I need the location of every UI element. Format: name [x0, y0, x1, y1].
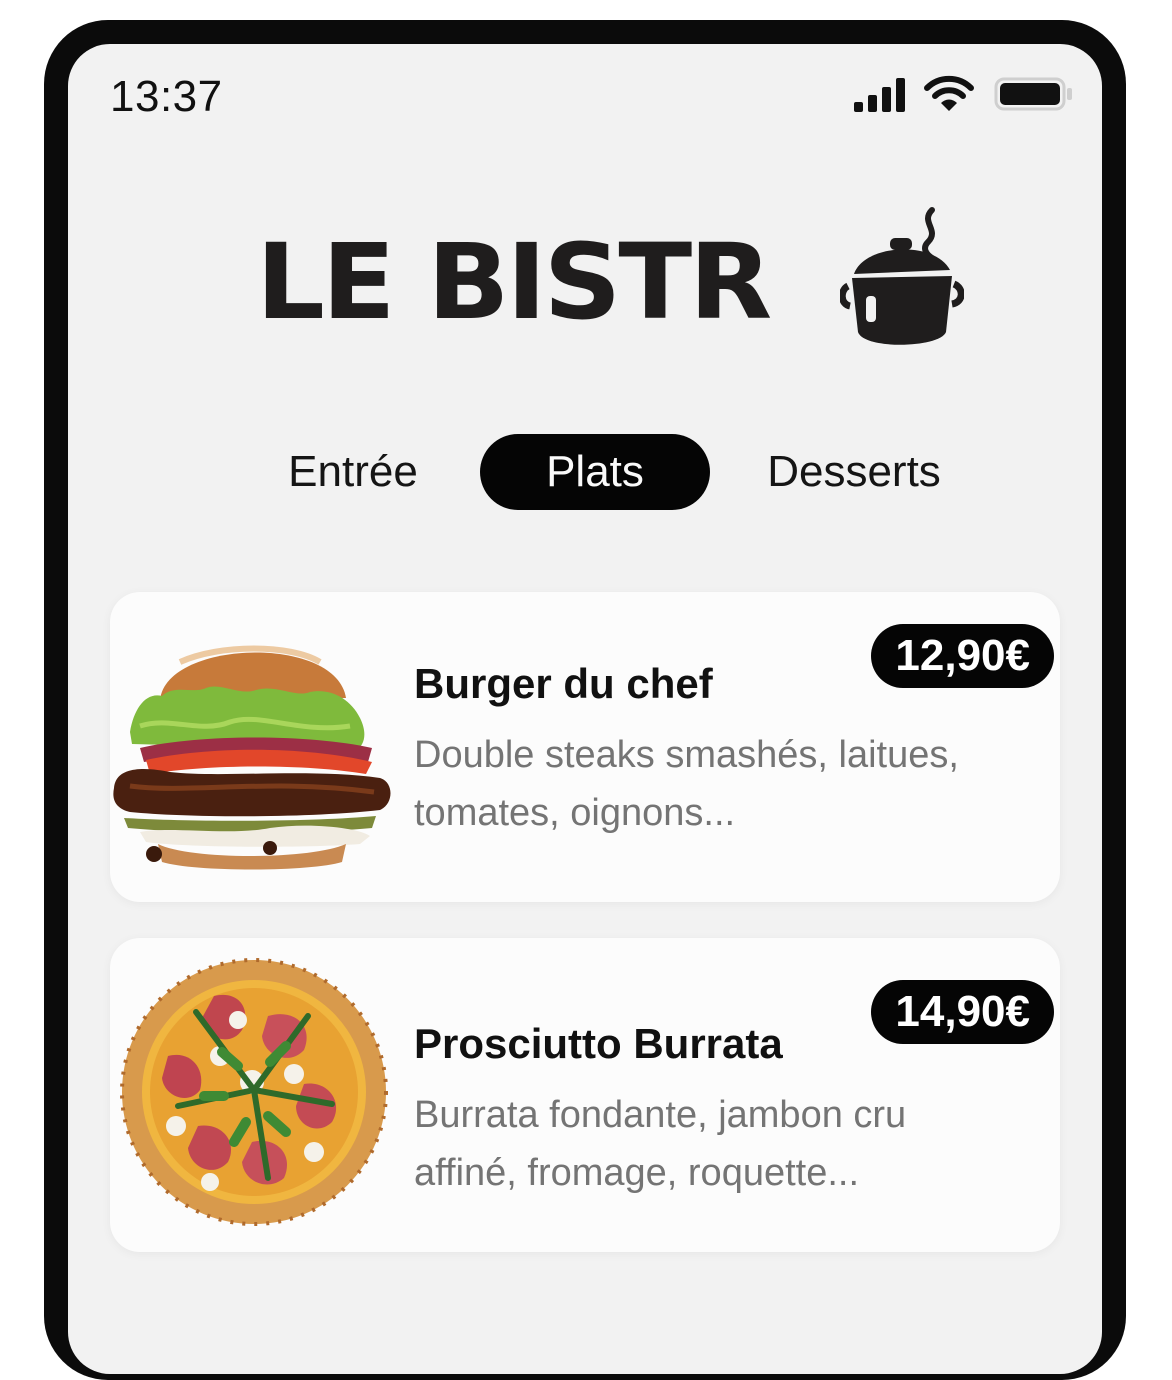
dish-card-burger[interactable]: Burger du chef Double steaks smashés, la…: [110, 592, 1060, 902]
pizza-image: [120, 958, 388, 1226]
dish-title: Burger du chef: [414, 660, 713, 707]
tab-plats[interactable]: Plats: [480, 434, 710, 510]
price-badge: 12,90€: [871, 624, 1054, 688]
dish-description: Burrata fondante, jambon cru affiné, fro…: [414, 1094, 907, 1194]
app-logo: LE BISTR: [256, 202, 976, 362]
tab-desserts[interactable]: Desserts: [744, 434, 964, 510]
dish-title: Prosciutto Burrata: [414, 1020, 783, 1067]
burger-image: [113, 645, 391, 870]
logo-text: LE BISTR: [256, 221, 772, 343]
tab-entree[interactable]: Entrée: [258, 434, 448, 510]
battery-icon: [994, 77, 1072, 111]
dish-description: Double steaks smashés, laitues, tomates,…: [414, 734, 959, 834]
wifi-icon: [924, 75, 974, 111]
dish-card-pizza[interactable]: Prosciutto Burrata Burrata fondante, jam…: [110, 938, 1060, 1252]
category-tabs: Entrée Plats Desserts: [68, 434, 1102, 510]
cellular-signal-icon: [854, 78, 905, 112]
price-badge: 14,90€: [871, 980, 1054, 1044]
status-icons: [852, 74, 1074, 114]
app-screen: 13:37 LE BISTR Entrée Plats Desserts Bur…: [68, 44, 1102, 1374]
status-time: 13:37: [110, 72, 223, 121]
cooking-pot-icon: [840, 207, 964, 345]
